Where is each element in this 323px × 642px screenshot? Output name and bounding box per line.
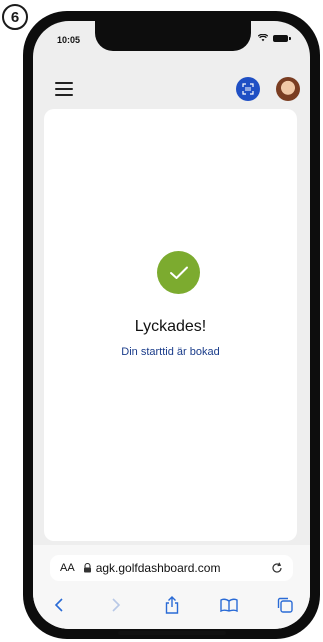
menu-icon[interactable]	[55, 82, 73, 96]
success-title: Lyckades!	[134, 318, 207, 335]
reload-icon[interactable]	[271, 562, 283, 574]
bookmarks-button[interactable]	[215, 593, 243, 617]
status-time: 10:05	[57, 35, 81, 45]
address-bar[interactable]: AA agk.golfdashboard.com	[50, 555, 293, 581]
step-number-badge: 6	[2, 4, 28, 30]
back-button[interactable]	[45, 593, 73, 617]
forward-button[interactable]	[102, 593, 130, 617]
tabs-icon	[277, 597, 293, 613]
url-text[interactable]: agk.golfdashboard.com	[96, 561, 271, 575]
check-icon	[169, 266, 188, 279]
phone-frame: 10:05 Lyckades! Din starttid är bokad AA…	[23, 11, 320, 639]
chevron-right-icon	[111, 598, 120, 612]
lock-icon	[83, 563, 91, 573]
browser-nav-row	[45, 592, 299, 618]
phone-screen: 10:05 Lyckades! Din starttid är bokad AA…	[33, 21, 310, 629]
share-icon	[165, 596, 179, 614]
battery-icon	[273, 34, 291, 42]
success-check	[157, 251, 200, 294]
chevron-left-icon	[54, 598, 63, 612]
avatar[interactable]	[276, 77, 300, 101]
share-button[interactable]	[158, 593, 186, 617]
content-card: Lyckades! Din starttid är bokad	[44, 109, 297, 541]
wifi-icon	[258, 34, 268, 42]
scan-icon	[242, 83, 254, 95]
text-size-button[interactable]: AA	[60, 562, 75, 574]
status-icons	[258, 34, 291, 42]
scan-button[interactable]	[236, 77, 260, 101]
book-icon	[219, 598, 238, 612]
browser-toolbar: AA agk.golfdashboard.com	[33, 545, 310, 629]
phone-notch	[95, 21, 251, 51]
home-indicator	[118, 631, 226, 635]
success-subtitle: Din starttid är bokad	[121, 346, 220, 358]
tabs-button[interactable]	[271, 593, 299, 617]
